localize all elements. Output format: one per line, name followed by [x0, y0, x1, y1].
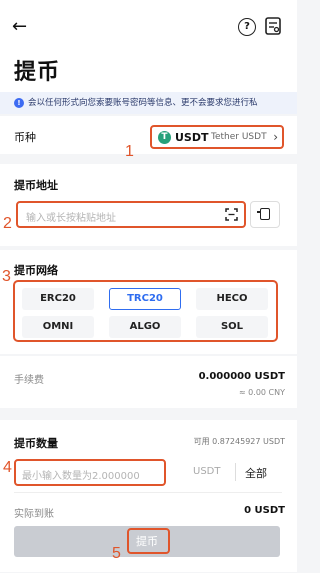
amount-placeholder: 最小输入数量为2.000000: [22, 471, 140, 482]
network-option-algo[interactable]: ALGO: [109, 316, 181, 338]
amount-label: 提币数量: [14, 437, 58, 450]
notice-text: 会以任何形式向您索要账号密码等信息、更不会要求您进行私: [28, 98, 258, 108]
network-options: ERC20 TRC20 HECO OMNI ALGO SOL: [13, 280, 278, 342]
address-label: 提币地址: [14, 179, 58, 192]
network-option-omni[interactable]: OMNI: [22, 316, 94, 338]
page-title: 提币: [14, 60, 61, 85]
question-circle-icon[interactable]: ?: [238, 18, 256, 36]
network-option-trc20[interactable]: TRC20: [109, 288, 181, 310]
received-label: 实际到账: [14, 509, 54, 520]
fee-value: 0.000000 USDT: [198, 371, 285, 382]
chevron-right-icon: ›: [273, 130, 278, 144]
fee-cny: ≈ 0.00 CNY: [238, 388, 285, 397]
coin-symbol: USDT: [175, 131, 209, 144]
address-book-icon: [257, 208, 270, 220]
fee-card: [0, 356, 297, 408]
network-option-erc20[interactable]: ERC20: [22, 288, 94, 310]
usdt-icon: T: [158, 131, 171, 144]
coin-selector[interactable]: T USDT Tether USDT ›: [150, 125, 284, 149]
annotation-4: 4: [3, 459, 12, 476]
received-value: 0 USDT: [244, 505, 285, 516]
amount-unit: USDT: [193, 466, 221, 477]
fee-label: 手续费: [14, 375, 44, 386]
all-button[interactable]: 全部: [245, 465, 267, 481]
annotation-3: 3: [2, 268, 11, 285]
address-book-button[interactable]: [250, 201, 280, 228]
info-icon: !: [14, 98, 24, 108]
annotation-5: 5: [112, 545, 121, 562]
submit-highlight: [127, 528, 170, 554]
network-label: 提币网络: [14, 264, 58, 277]
record-icon[interactable]: [265, 17, 281, 35]
header: ← ? 提币: [0, 0, 297, 100]
annotation-2: 2: [3, 215, 12, 232]
notice-bar: ! 会以任何形式向您索要账号密码等信息、更不会要求您进行私: [0, 92, 297, 114]
address-placeholder: 输入或长按粘贴地址: [26, 213, 116, 224]
arrow-left-icon[interactable]: ←: [12, 18, 27, 36]
divider: [235, 463, 236, 481]
coin-label: 币种: [14, 131, 36, 144]
network-option-heco[interactable]: HECO: [196, 288, 268, 310]
address-input[interactable]: 输入或长按粘贴地址: [16, 201, 246, 228]
amount-input[interactable]: 最小输入数量为2.000000: [14, 459, 166, 486]
divider: [14, 492, 282, 493]
annotation-1: 1: [125, 143, 134, 160]
scan-icon[interactable]: [225, 208, 238, 221]
coin-name: Tether USDT: [211, 132, 267, 142]
available-balance: 可用 0.87245927 USDT: [193, 437, 285, 446]
network-option-sol[interactable]: SOL: [196, 316, 268, 338]
